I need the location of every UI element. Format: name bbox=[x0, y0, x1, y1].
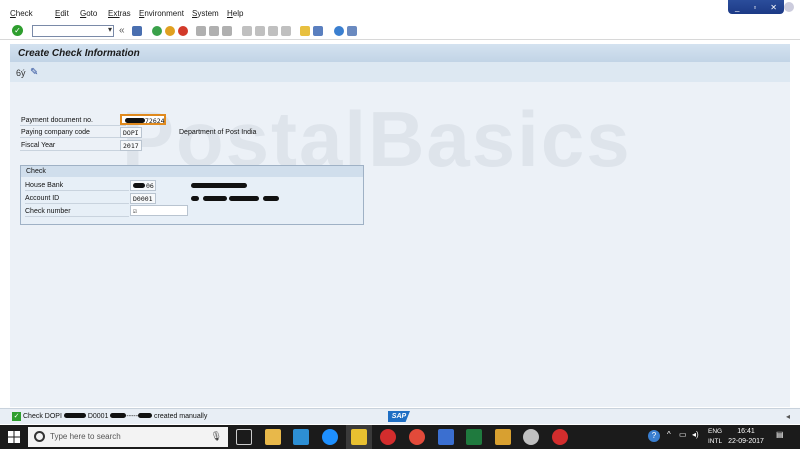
house-bank-input[interactable]: 06 bbox=[130, 180, 156, 191]
standard-toolbar: ✓ « bbox=[0, 22, 800, 40]
menu-check[interactable]: Check bbox=[10, 9, 33, 18]
company-code-label: Paying company code bbox=[20, 127, 126, 138]
menu-goto[interactable]: Goto bbox=[80, 9, 97, 18]
settings-icon[interactable] bbox=[523, 429, 539, 445]
redaction-mark bbox=[203, 196, 227, 201]
notifications-icon[interactable]: ▤ bbox=[776, 430, 784, 439]
volume-icon[interactable]: ◂) bbox=[692, 430, 699, 439]
close-button[interactable]: ✕ bbox=[770, 3, 777, 12]
window-controls: _ ▫ ✕ bbox=[728, 0, 784, 14]
back-icon[interactable] bbox=[152, 26, 162, 36]
print-icon[interactable] bbox=[196, 26, 206, 36]
content-area: PostalBasics Payment document no. 72624 … bbox=[10, 82, 790, 407]
search-placeholder: Type here to search bbox=[50, 432, 121, 441]
minimize-button[interactable]: _ bbox=[735, 3, 739, 12]
payment-doc-input[interactable]: 72624 bbox=[120, 114, 166, 125]
status-arrow-icon[interactable]: ◂ bbox=[786, 412, 790, 421]
help-tray-icon[interactable]: ? bbox=[648, 430, 660, 442]
taskbar: Type here to search 🎙 ? ^ ▭ ◂) ENG INTL 1… bbox=[0, 425, 800, 449]
excel-icon[interactable] bbox=[466, 429, 482, 445]
fiscal-year-label: Fiscal Year bbox=[20, 140, 126, 151]
app-window-icon[interactable] bbox=[438, 429, 454, 445]
fiscal-year-input[interactable]: 2017 bbox=[120, 140, 142, 151]
redaction-mark bbox=[191, 196, 199, 201]
check-group-title: Check bbox=[21, 166, 363, 177]
app-red-icon[interactable] bbox=[380, 429, 396, 445]
menu-bar: Check Edit Goto Extras Environment Syste… bbox=[0, 0, 800, 22]
menu-edit[interactable]: Edit bbox=[55, 9, 69, 18]
screen-title-bar: Create Check Information bbox=[10, 44, 790, 62]
language-indicator[interactable]: ENG INTL bbox=[708, 427, 722, 447]
help-icon[interactable] bbox=[334, 26, 344, 36]
back-arrows-icon[interactable]: « bbox=[119, 25, 125, 36]
account-id-input[interactable]: D0001 bbox=[130, 193, 156, 204]
cancel-icon[interactable] bbox=[178, 26, 188, 36]
status-bar: ✓ Check DOPI D0001 ----- created manuall… bbox=[0, 408, 800, 424]
display-change-icon[interactable]: 6ý bbox=[16, 68, 26, 78]
find-next-icon[interactable] bbox=[222, 26, 232, 36]
redaction-mark bbox=[110, 413, 127, 418]
redaction-mark bbox=[191, 183, 247, 188]
sap-session-icon[interactable] bbox=[784, 2, 794, 12]
application-toolbar: 6ý ✎ bbox=[10, 62, 790, 82]
redaction-mark bbox=[125, 118, 145, 123]
redaction-mark bbox=[229, 196, 259, 201]
shortcut-icon[interactable] bbox=[313, 26, 323, 36]
next-page-icon[interactable] bbox=[268, 26, 278, 36]
pencil-icon[interactable]: ✎ bbox=[30, 67, 38, 78]
page-title: Create Check Information bbox=[18, 48, 140, 59]
redaction-mark bbox=[263, 196, 279, 201]
check-number-input[interactable]: ☑ bbox=[130, 205, 188, 216]
new-session-icon[interactable] bbox=[300, 26, 310, 36]
find-icon[interactable] bbox=[209, 26, 219, 36]
last-page-icon[interactable] bbox=[281, 26, 291, 36]
app-red2-icon[interactable] bbox=[552, 429, 568, 445]
status-message: Check DOPI D0001 ----- created manually bbox=[23, 413, 208, 420]
payment-doc-label: Payment document no. bbox=[20, 115, 126, 126]
file-explorer-icon[interactable] bbox=[265, 429, 281, 445]
command-field[interactable] bbox=[32, 25, 114, 37]
sap-logon-icon[interactable] bbox=[351, 429, 367, 445]
menu-extras[interactable]: Extras bbox=[108, 9, 131, 18]
system-clock[interactable]: 16:41 22-09-2017 bbox=[728, 427, 764, 447]
windows-start-icon[interactable] bbox=[8, 431, 20, 443]
check-group-box: Check House Bank 06 Account ID D0001 Che… bbox=[20, 165, 364, 225]
check-number-label: Check number bbox=[25, 206, 129, 217]
taskbar-search-box[interactable]: Type here to search 🎙 bbox=[28, 427, 228, 447]
account-id-label: Account ID bbox=[25, 193, 129, 204]
layout-menu-icon[interactable] bbox=[347, 26, 357, 36]
cortana-icon bbox=[34, 431, 45, 442]
company-code-input[interactable]: DOPI bbox=[120, 127, 142, 138]
redaction-mark bbox=[133, 183, 145, 188]
company-code-description: Department of Post India bbox=[179, 129, 257, 136]
redaction-mark bbox=[138, 413, 153, 418]
menu-environment[interactable]: Environment bbox=[139, 9, 184, 18]
exit-icon[interactable] bbox=[165, 26, 175, 36]
menu-system[interactable]: System bbox=[192, 9, 219, 18]
redaction-mark bbox=[63, 413, 86, 418]
outlook-icon[interactable] bbox=[293, 429, 309, 445]
save-icon[interactable] bbox=[132, 26, 142, 36]
chrome-icon[interactable] bbox=[409, 429, 425, 445]
tray-chevron-icon[interactable]: ^ bbox=[667, 430, 671, 439]
menu-help[interactable]: Help bbox=[227, 9, 243, 18]
microphone-icon[interactable]: 🎙 bbox=[211, 431, 222, 442]
success-icon: ✓ bbox=[12, 412, 21, 421]
first-page-icon[interactable] bbox=[242, 26, 252, 36]
restore-button[interactable]: ▫ bbox=[753, 3, 756, 12]
previous-page-icon[interactable] bbox=[255, 26, 265, 36]
task-view-icon[interactable] bbox=[236, 429, 252, 445]
app-gear-yellow-icon[interactable] bbox=[495, 429, 511, 445]
enter-check-icon[interactable]: ✓ bbox=[12, 25, 23, 36]
sap-logo: SAP bbox=[388, 411, 410, 422]
edge-icon[interactable] bbox=[322, 429, 338, 445]
network-icon[interactable]: ▭ bbox=[679, 430, 687, 439]
house-bank-label: House Bank bbox=[25, 180, 129, 191]
